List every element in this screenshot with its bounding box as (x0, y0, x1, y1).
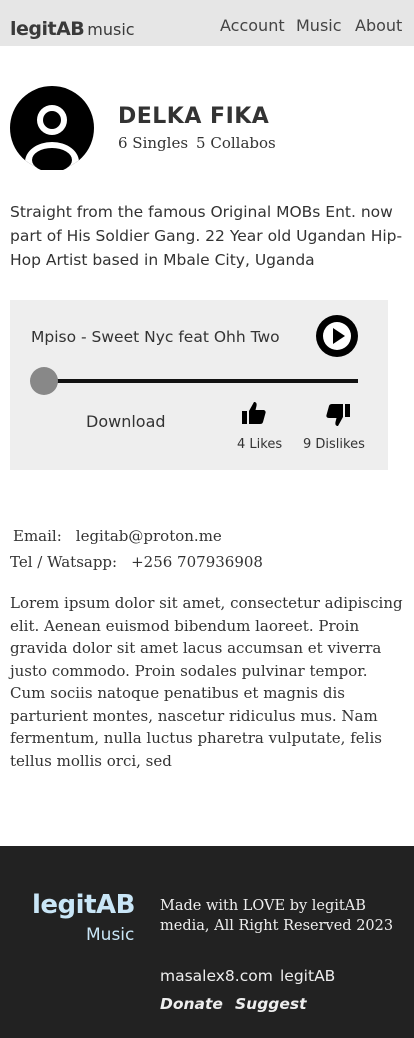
footer-logo[interactable]: legitAB (32, 890, 135, 920)
email-label: Email: (13, 527, 62, 545)
suggest-link[interactable]: Suggest (235, 995, 307, 1013)
footer-credit: Made with LOVE by legitAB media, All Rig… (160, 898, 394, 934)
audio-player: Mpiso - Sweet Nyc feat Ohh Two Download … (10, 300, 388, 470)
user-circle-icon (10, 86, 94, 172)
progress-knob[interactable] (30, 367, 58, 395)
donate-link[interactable]: Donate (160, 995, 223, 1013)
collabos-count: 5 Collabos (196, 134, 276, 152)
likes-count: 4 Likes (237, 437, 283, 452)
email-value[interactable]: legitab@proton.me (76, 527, 222, 545)
artist-stats: 6 Singles 5 Collabos (118, 134, 276, 152)
dislikes-count: 9 Dislikes (303, 437, 365, 452)
footer-logo-sub: Music (86, 925, 135, 945)
contact-tel: Tel / Watsapp: +256 707936908 (10, 553, 263, 571)
nav-music[interactable]: Music (296, 16, 342, 35)
brand-logo[interactable]: legitAB music (10, 18, 135, 40)
contact-email: Email: legitab@proton.me (13, 527, 222, 545)
artist-bio: Straight from the famous Original MOBs E… (10, 203, 403, 269)
brand-suffix: music (87, 20, 135, 39)
tel-value[interactable]: +256 707936908 (131, 553, 263, 571)
play-circle-icon[interactable] (316, 315, 358, 357)
thumbs-up-icon[interactable] (241, 400, 267, 426)
thumbs-down-icon[interactable] (325, 402, 351, 428)
tel-label: Tel / Watsapp: (10, 553, 118, 571)
footer: legitAB Music Made with LOVE by legitAB … (0, 846, 414, 1038)
brand-name: legitAB (10, 18, 85, 40)
nav-about[interactable]: About (355, 16, 402, 35)
progress-track[interactable] (45, 379, 358, 383)
track-title: Mpiso - Sweet Nyc feat Ohh Two (31, 328, 280, 346)
top-navbar: legitAB music Account Music About (0, 0, 414, 46)
artist-description: Lorem ipsum dolor sit amet, consectetur … (10, 594, 403, 770)
footer-legitab-link[interactable]: legitAB (280, 967, 335, 985)
artist-name: DELKA FIKA (118, 104, 270, 129)
nav-account[interactable]: Account (220, 16, 285, 35)
footer-site-link[interactable]: masalex8.com (160, 967, 273, 985)
download-button[interactable]: Download (86, 412, 166, 431)
singles-count: 6 Singles (118, 134, 189, 152)
